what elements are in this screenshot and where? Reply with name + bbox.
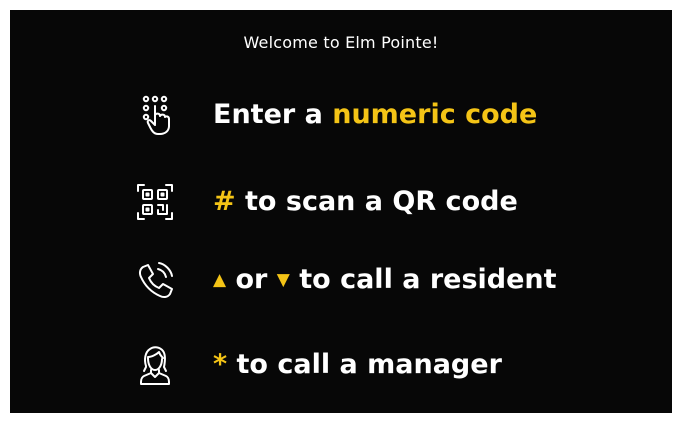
option-call-resident: ▲ or ▼ to call a resident: [10, 255, 672, 305]
manager-icon: [130, 340, 180, 390]
option-numeric-code: Enter a numeric code: [10, 90, 672, 140]
option-call-resident-text: ▲ or ▼ to call a resident: [213, 264, 557, 295]
star-key: *: [213, 349, 228, 380]
phone-call-icon: [130, 255, 180, 305]
option-call-manager-text: * to call a manager: [213, 349, 502, 380]
qr-code-icon: [130, 177, 180, 227]
down-arrow-key: ▼: [276, 270, 290, 290]
welcome-message: Welcome to Elm Pointe!: [243, 33, 439, 52]
option-qr-code-text: # to scan a QR code: [213, 186, 518, 217]
hash-key: #: [213, 186, 236, 217]
keypad-touch-icon: [130, 90, 180, 140]
kiosk-screen: Welcome to Elm Pointe! Enter a numeric c…: [10, 10, 672, 413]
up-arrow-key: ▲: [213, 270, 227, 290]
option-numeric-code-text: Enter a numeric code: [213, 99, 538, 130]
option-call-manager: * to call a manager: [10, 340, 672, 390]
option-qr-code: # to scan a QR code: [10, 177, 672, 227]
